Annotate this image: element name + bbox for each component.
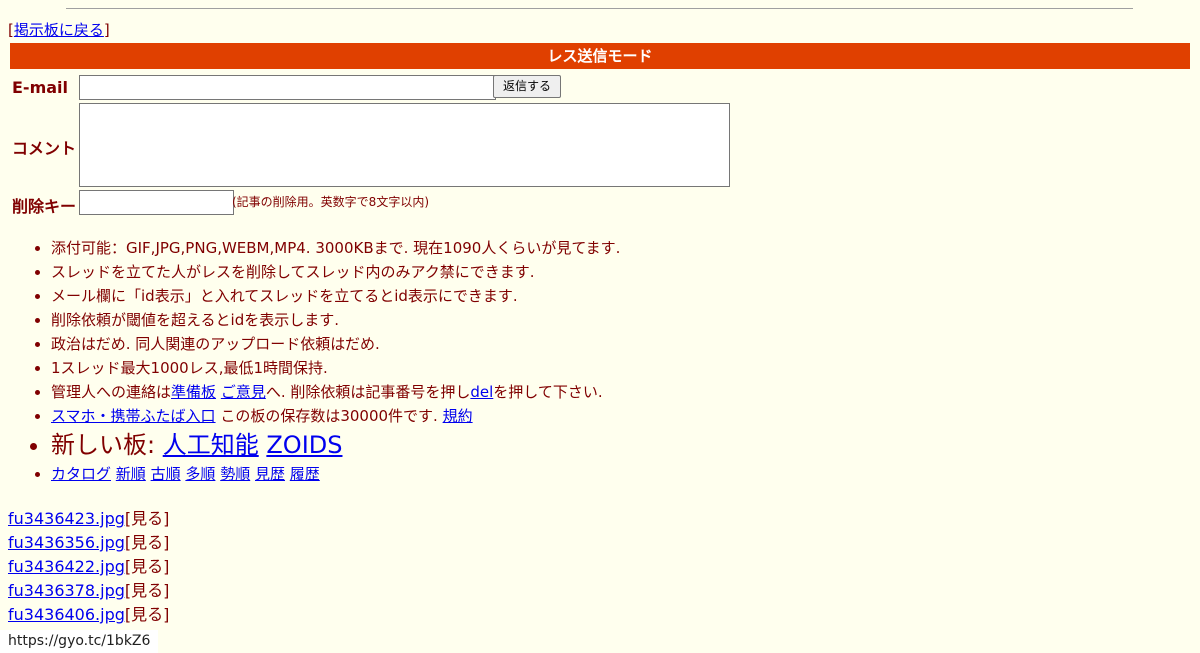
file-link[interactable]: fu3436356.jpg	[8, 533, 125, 552]
file-list: fu3436423.jpg[見る] fu3436356.jpg[見る] fu34…	[8, 507, 169, 627]
file-row: fu3436423.jpg[見る]	[8, 507, 169, 531]
zoids-board-link[interactable]: ZOIDS	[266, 431, 342, 459]
note-rules: 政治はだめ. 同人関連のアップロード依頼はだめ.	[51, 332, 620, 356]
terms-link[interactable]: 規約	[443, 407, 473, 425]
del-link[interactable]: del	[470, 383, 493, 401]
note-contact-prefix: 管理人への連絡は	[51, 383, 172, 401]
file-link[interactable]: fu3436406.jpg	[8, 605, 125, 624]
file-view-label: [見る]	[124, 533, 170, 552]
note-mobile-middle: この板の保存数は30000件です.	[215, 407, 443, 425]
file-row: fu3436356.jpg[見る]	[8, 531, 169, 555]
note-new-boards: 新しい板: 人工知能 ZOIDS	[51, 428, 620, 462]
note-nav-links: カタログ 新順 古順 多順 勢順 見歴 履歴	[51, 462, 620, 486]
comment-textarea[interactable]	[79, 103, 730, 187]
note-contact: 管理人への連絡は準備板 ご意見へ. 削除依頼は記事番号を押しdelを押して下さい…	[51, 380, 620, 404]
top-divider	[66, 8, 1133, 9]
note-thread-ban: スレッドを立てた人がレスを削除してスレッド内のみアク禁にできます.	[51, 260, 620, 284]
file-view-label: [見る]	[124, 581, 170, 600]
file-row: fu3436422.jpg[見る]	[8, 555, 169, 579]
prep-board-link[interactable]: 準備板	[171, 383, 216, 401]
sort-many-link[interactable]: 多順	[185, 465, 215, 483]
board-notes: 添付可能：GIF,JPG,PNG,WEBM,MP4. 3000KBまで. 現在1…	[0, 236, 620, 486]
file-link[interactable]: fu3436422.jpg	[8, 557, 125, 576]
back-row: [掲示板に戻る]	[8, 20, 110, 40]
new-boards-prefix: 新しい板:	[51, 431, 163, 459]
back-to-board-link[interactable]: 掲示板に戻る	[14, 21, 104, 39]
sort-momentum-link[interactable]: 勢順	[220, 465, 250, 483]
file-row: fu3436406.jpg[見る]	[8, 603, 169, 627]
comment-label: コメント	[12, 139, 77, 158]
file-view-label: [見る]	[124, 605, 170, 624]
catalog-link[interactable]: カタログ	[51, 465, 111, 483]
file-link[interactable]: fu3436378.jpg	[8, 581, 125, 600]
delete-key-field[interactable]	[79, 190, 234, 215]
file-view-label: [見る]	[124, 509, 170, 528]
sort-old-link[interactable]: 古順	[151, 465, 181, 483]
delete-key-label: 削除キー	[12, 197, 77, 216]
note-contact-middle: へ. 削除依頼は記事番号を押し	[265, 383, 471, 401]
email-field[interactable]	[79, 75, 496, 100]
file-link[interactable]: fu3436423.jpg	[8, 509, 125, 528]
view-history-link[interactable]: 見歴	[255, 465, 285, 483]
note-contact-suffix: を押して下さい.	[493, 383, 603, 401]
reply-mode-header: レス送信モード	[10, 43, 1190, 69]
history-link[interactable]: 履歴	[290, 465, 320, 483]
note-retention: 1スレッド最大1000レス,最低1時間保持.	[51, 356, 620, 380]
ai-board-link[interactable]: 人工知能	[163, 431, 259, 459]
note-id-threshold: 削除依頼が閾値を超えるとidを表示します.	[51, 308, 620, 332]
file-row: fu3436378.jpg[見る]	[8, 579, 169, 603]
email-label: E-mail	[12, 78, 69, 97]
note-mobile: スマホ・携帯ふたば入口 この板の保存数は30000件です. 規約	[51, 404, 620, 428]
note-attachments: 添付可能：GIF,JPG,PNG,WEBM,MP4. 3000KBまで. 現在1…	[51, 236, 620, 260]
reply-button[interactable]: 返信する	[493, 75, 561, 98]
status-url-bar: https://gyo.tc/1bkZ6	[0, 630, 159, 653]
delete-key-note: (記事の削除用。英数字で8文字以内)	[232, 195, 429, 209]
feedback-link[interactable]: ご意見	[221, 383, 266, 401]
note-id-display: メール欄に「id表示」と入れてスレッドを立てるとid表示にできます.	[51, 284, 620, 308]
sort-new-link[interactable]: 新順	[116, 465, 146, 483]
bracket-close: ]	[103, 21, 110, 39]
file-view-label: [見る]	[124, 557, 170, 576]
mobile-entrance-link[interactable]: スマホ・携帯ふたば入口	[51, 407, 216, 425]
